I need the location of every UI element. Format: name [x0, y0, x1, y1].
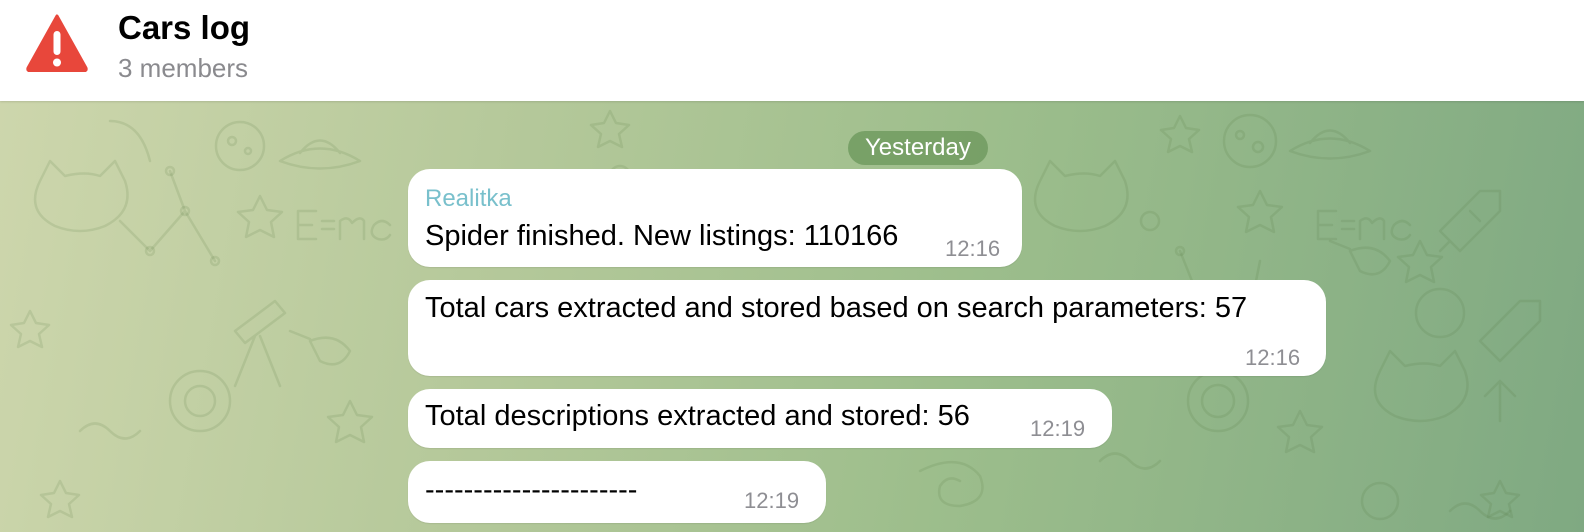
- message-bubble[interactable]: Total cars extracted and stored based on…: [408, 280, 1326, 376]
- message-time: 12:16: [1245, 345, 1301, 370]
- message-time: 12:19: [744, 488, 800, 513]
- message-text: Spider finished. New listings: 110166: [425, 220, 899, 252]
- sender-name[interactable]: Realitka: [425, 185, 512, 213]
- message-bubble[interactable]: ---------------------- 12:19: [408, 461, 826, 523]
- message-time: 12:19: [1030, 416, 1086, 441]
- chat-title[interactable]: Cars log: [118, 9, 250, 47]
- message-time: 12:16: [945, 236, 1001, 261]
- chat-header: Cars log 3 members: [0, 0, 1584, 101]
- message-bubble[interactable]: Total descriptions extracted and stored:…: [408, 389, 1112, 448]
- message-bubble[interactable]: Realitka Spider finished. New listings: …: [408, 169, 1022, 267]
- message-text: Total descriptions extracted and stored:…: [425, 400, 970, 432]
- chat-area[interactable]: Yesterday Realitka Spider finished. New …: [0, 101, 1584, 532]
- warning-icon[interactable]: [26, 14, 88, 72]
- chat-members-count: 3 members: [118, 53, 249, 83]
- message-text: ----------------------: [425, 474, 638, 506]
- message-text: Total cars extracted and stored based on…: [425, 292, 1248, 324]
- date-separator: Yesterday: [848, 131, 988, 165]
